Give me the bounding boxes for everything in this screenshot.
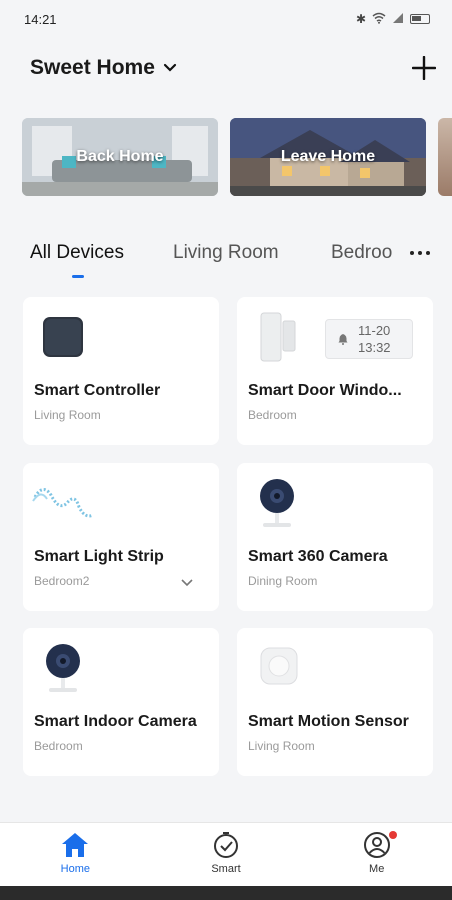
device-room: Living Room bbox=[248, 739, 315, 753]
notification-dot bbox=[389, 831, 398, 839]
device-card-smart-light-strip[interactable]: Smart Light Strip Bedroom2 bbox=[23, 463, 219, 611]
device-name: Smart Door Windo... bbox=[248, 382, 402, 399]
tab-indicator bbox=[72, 275, 84, 278]
scene-leave-home[interactable]: Leave Home bbox=[230, 118, 426, 196]
light-strip-icon bbox=[32, 488, 94, 518]
camera-icon bbox=[260, 479, 294, 527]
scene-card-partial[interactable] bbox=[438, 118, 452, 196]
device-name: Smart Light Strip bbox=[34, 548, 164, 565]
device-room: Living Room bbox=[34, 408, 101, 422]
header: Sweet Home bbox=[0, 48, 452, 88]
scene-label: Back Home bbox=[76, 148, 164, 165]
device-card-smart-indoor-camera[interactable]: Smart Indoor Camera Bedroom bbox=[23, 628, 219, 776]
scene-label: Leave Home bbox=[280, 148, 376, 165]
door-sensor-icon bbox=[260, 312, 296, 362]
nav-home[interactable]: Home bbox=[0, 823, 151, 886]
battery-icon bbox=[410, 14, 430, 24]
device-name: Smart Controller bbox=[34, 382, 161, 399]
home-selector[interactable]: Sweet Home bbox=[30, 56, 177, 80]
system-gesture-bar bbox=[0, 886, 452, 900]
device-card-smart-controller[interactable]: Smart Controller Living Room bbox=[23, 297, 219, 445]
chevron-down-icon[interactable] bbox=[179, 575, 195, 591]
home-name: Sweet Home bbox=[30, 56, 155, 79]
tab-all-devices[interactable]: All Devices bbox=[30, 242, 124, 264]
motion-sensor-icon bbox=[260, 647, 298, 685]
device-name: Smart 360 Camera bbox=[248, 548, 388, 565]
bottom-navigation: Home Smart Me bbox=[0, 822, 452, 886]
last-event-badge: 11-20 13:32 bbox=[325, 319, 413, 359]
add-device-button[interactable] bbox=[410, 54, 438, 82]
status-time: 14:21 bbox=[24, 11, 57, 27]
device-room: Bedroom bbox=[34, 739, 83, 753]
badge-date: 11-20 bbox=[358, 323, 391, 338]
device-room: Dining Room bbox=[248, 574, 318, 588]
home-icon bbox=[62, 833, 89, 857]
device-name: Smart Motion Sensor bbox=[248, 713, 409, 730]
room-tabs: All Devices Living Room Bedroo bbox=[0, 238, 452, 282]
plus-icon bbox=[412, 56, 436, 80]
bell-icon bbox=[338, 334, 348, 345]
nav-label: Home bbox=[60, 863, 90, 875]
scene-carousel: Back Home Leave Home bbox=[22, 118, 452, 198]
status-bar: 14:21 ✱ bbox=[0, 0, 452, 38]
badge-time: 13:32 bbox=[358, 340, 391, 355]
device-card-smart-door-window[interactable]: 11-20 13:32 Smart Door Windo... Bedroom bbox=[237, 297, 433, 445]
chevron-down-icon bbox=[163, 63, 176, 72]
tab-bedroom[interactable]: Bedroo bbox=[331, 242, 395, 264]
nav-smart[interactable]: Smart bbox=[151, 823, 302, 886]
hub-icon bbox=[43, 317, 83, 357]
device-name: Smart Indoor Camera bbox=[34, 713, 197, 730]
smart-timer-icon bbox=[214, 832, 238, 858]
bluetooth-icon: ✱ bbox=[355, 12, 366, 26]
nav-label: Smart bbox=[211, 863, 241, 875]
user-icon bbox=[363, 832, 390, 858]
device-room: Bedroom bbox=[248, 408, 297, 422]
nav-label: Me bbox=[369, 863, 385, 875]
nav-me[interactable]: Me bbox=[301, 823, 452, 886]
wifi-icon bbox=[372, 12, 386, 27]
signal-icon bbox=[392, 12, 404, 27]
device-card-smart-360-camera[interactable]: Smart 360 Camera Dining Room bbox=[237, 463, 433, 611]
device-card-smart-motion-sensor[interactable]: Smart Motion Sensor Living Room bbox=[237, 628, 433, 776]
tab-living-room[interactable]: Living Room bbox=[173, 242, 279, 264]
camera-icon bbox=[46, 644, 80, 692]
scene-back-home[interactable]: Back Home bbox=[22, 118, 218, 196]
status-icons: ✱ bbox=[356, 12, 430, 27]
device-room: Bedroom2 bbox=[34, 574, 90, 588]
more-tabs-button[interactable] bbox=[404, 240, 436, 266]
